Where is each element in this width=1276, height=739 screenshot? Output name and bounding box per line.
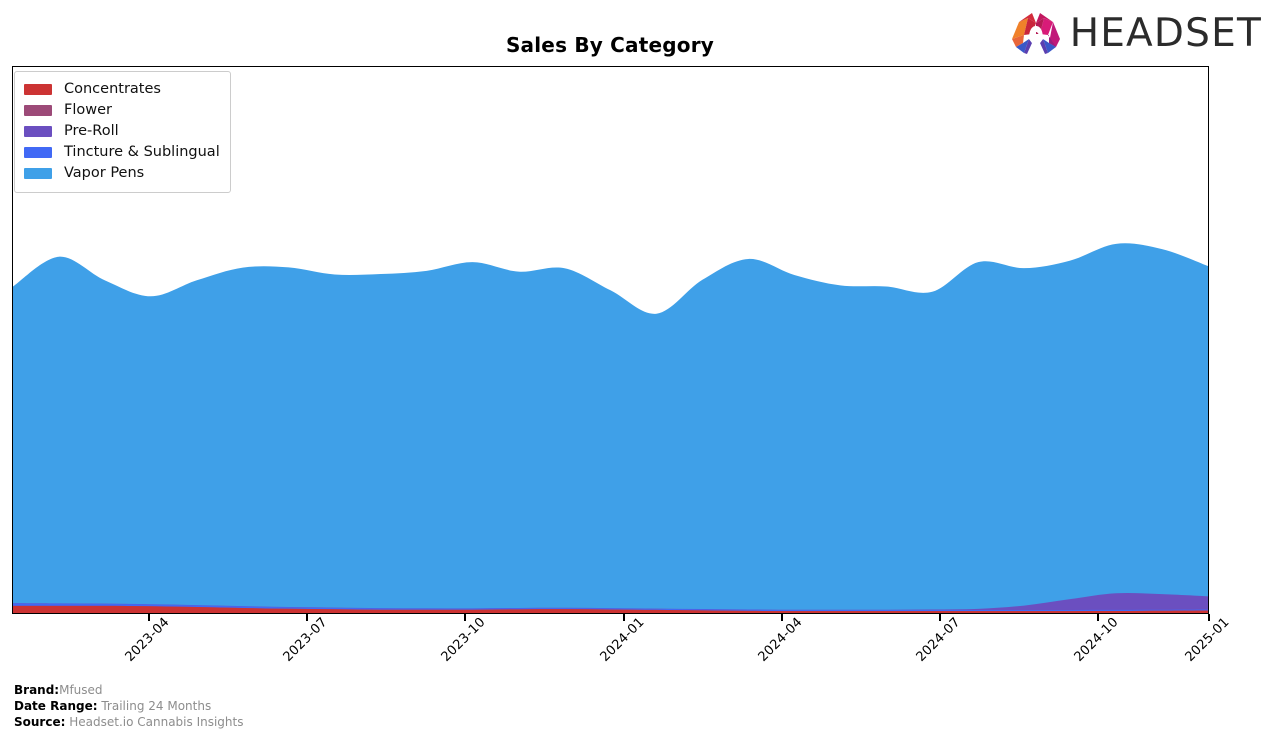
x-axis-tick-mark (306, 614, 308, 621)
x-axis-tick-label: 2024-04 (755, 614, 806, 665)
x-axis-tick-label: 2023-10 (438, 614, 489, 665)
legend-item-label: Tincture & Sublingual (64, 144, 220, 161)
footer-date-range-row: Date Range: Trailing 24 Months (14, 698, 243, 714)
area-series-vapor-pens (13, 243, 1208, 613)
legend-color-swatch (24, 84, 52, 95)
legend-color-swatch (24, 105, 52, 116)
x-axis-tick-mark (781, 614, 783, 621)
chart-legend: Concentrates Flower Pre-Roll Tincture & Sub… (14, 71, 231, 193)
x-axis-tick-mark (623, 614, 625, 621)
legend-color-swatch (24, 147, 52, 158)
legend-item[interactable]: Flower (24, 100, 220, 121)
x-axis-tick-mark (1097, 614, 1099, 621)
footer-source-value: Headset.io Cannabis Insights (69, 715, 244, 729)
footer-date-range-key: Date Range: (14, 699, 98, 713)
x-axis-tick-label: 2023-07 (280, 614, 331, 665)
legend-item-label: Flower (64, 102, 112, 119)
headset-arch-logo-icon (1011, 13, 1060, 54)
legend-color-swatch (24, 126, 52, 137)
x-axis: 2023-04 2023-07 2023-10 2024-01 2024-04 2024-… (12, 614, 1233, 684)
footer-brand-value: Mfused (59, 683, 103, 697)
x-axis-tick-label: 2024-01 (597, 614, 648, 665)
x-axis-tick-label: 2024-10 (1071, 614, 1122, 665)
legend-item[interactable]: Pre-Roll (24, 121, 220, 142)
x-axis-tick-mark (1208, 614, 1210, 621)
legend-item-label: Concentrates (64, 81, 161, 98)
x-axis-tick-label: 2023-04 (122, 614, 173, 665)
footer-brand-row: Brand:Mfused (14, 682, 243, 698)
x-axis-tick-label: 2025-01 (1182, 614, 1233, 665)
footer-date-range-value: Trailing 24 Months (101, 699, 212, 713)
x-axis-tick-mark (148, 614, 150, 621)
footer-metadata: Brand:Mfused Date Range: Trailing 24 Mon… (14, 682, 243, 730)
legend-item[interactable]: Concentrates (24, 79, 220, 100)
x-axis-tick-label: 2024-07 (913, 614, 964, 665)
footer-source-key: Source: (14, 715, 66, 729)
footer-brand-key: Brand: (14, 683, 60, 697)
legend-item[interactable]: Vapor Pens (24, 163, 220, 184)
legend-color-swatch (24, 168, 52, 179)
legend-item-label: Vapor Pens (64, 165, 145, 182)
legend-item[interactable]: Tincture & Sublingual (24, 142, 220, 163)
x-axis-tick-mark (939, 614, 941, 621)
headset-logo: HEADSET (1008, 8, 1262, 58)
x-axis-tick-mark (464, 614, 466, 621)
headset-logo-wordmark: HEADSET (1069, 10, 1262, 56)
legend-item-label: Pre-Roll (64, 123, 119, 140)
footer-source-row: Source: Headset.io Cannabis Insights (14, 714, 243, 730)
